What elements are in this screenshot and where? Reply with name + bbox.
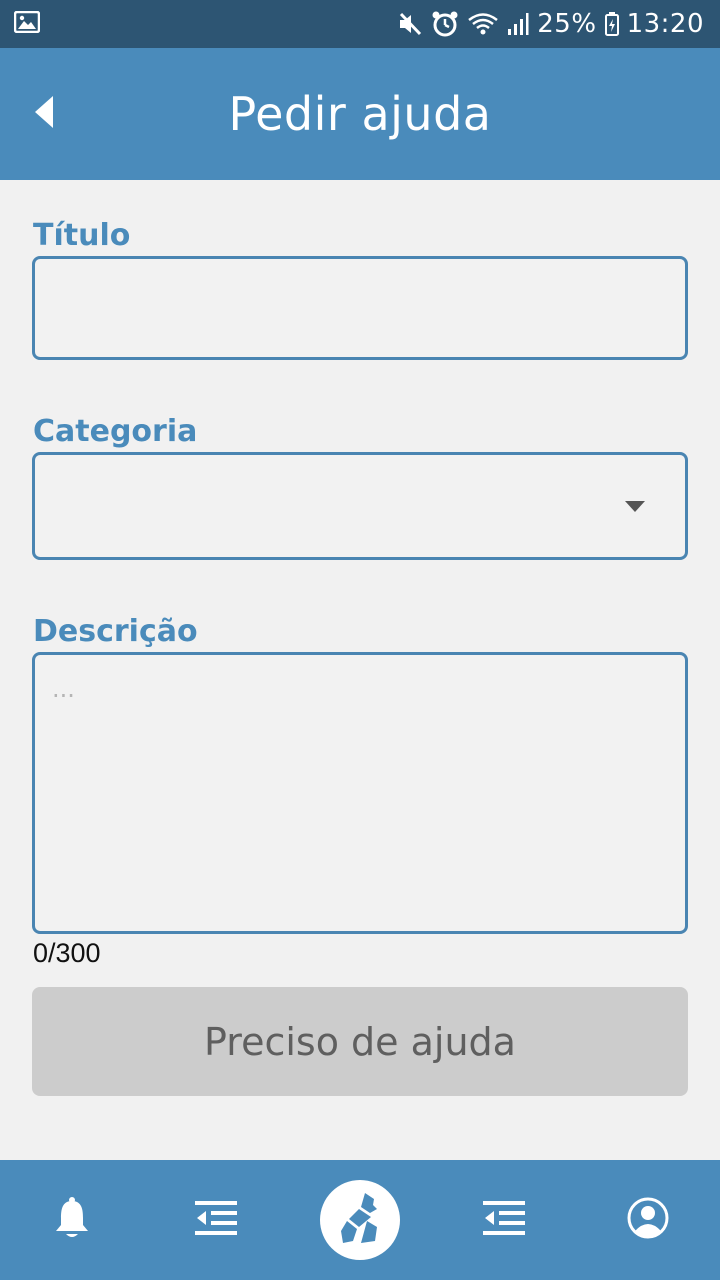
- status-right: 25% 13:20: [397, 9, 704, 39]
- bell-icon: [52, 1196, 92, 1244]
- descricao-label: Descrição: [33, 614, 198, 649]
- clock: 13:20: [626, 9, 704, 39]
- descricao-textarea[interactable]: ...: [32, 652, 688, 934]
- list-icon: [195, 1201, 237, 1239]
- wifi-icon: [467, 11, 499, 37]
- back-arrow-icon: [33, 94, 55, 134]
- bottom-nav: [0, 1160, 720, 1280]
- status-left: [13, 10, 41, 37]
- submit-button[interactable]: Preciso de ajuda: [32, 987, 688, 1096]
- battery-percent: 25%: [537, 9, 597, 39]
- image-icon: [13, 10, 41, 37]
- categoria-select[interactable]: [32, 452, 688, 560]
- caret-down-icon: [625, 501, 645, 512]
- status-bar: 25% 13:20: [0, 0, 720, 48]
- back-button[interactable]: [26, 88, 62, 140]
- alarm-icon: [431, 10, 459, 38]
- descricao-placeholder: ...: [52, 675, 75, 703]
- battery-icon: [604, 12, 619, 36]
- titulo-label: Título: [33, 218, 131, 253]
- nav-list-offers[interactable]: [454, 1160, 554, 1280]
- page-title: Pedir ajuda: [228, 87, 492, 141]
- titulo-input[interactable]: [32, 256, 688, 360]
- categoria-label: Categoria: [33, 414, 198, 449]
- help-hand-icon: [337, 1191, 383, 1249]
- profile-icon: [627, 1197, 669, 1243]
- signal-icon: [507, 12, 529, 36]
- nav-ask-help[interactable]: [310, 1160, 410, 1280]
- center-button: [320, 1180, 400, 1260]
- nav-notifications[interactable]: [22, 1160, 122, 1280]
- nav-list-requests[interactable]: [166, 1160, 266, 1280]
- nav-profile[interactable]: [598, 1160, 698, 1280]
- char-counter: 0/300: [33, 938, 101, 968]
- list-icon: [483, 1201, 525, 1239]
- app-bar: Pedir ajuda: [0, 48, 720, 180]
- mute-icon: [397, 11, 423, 37]
